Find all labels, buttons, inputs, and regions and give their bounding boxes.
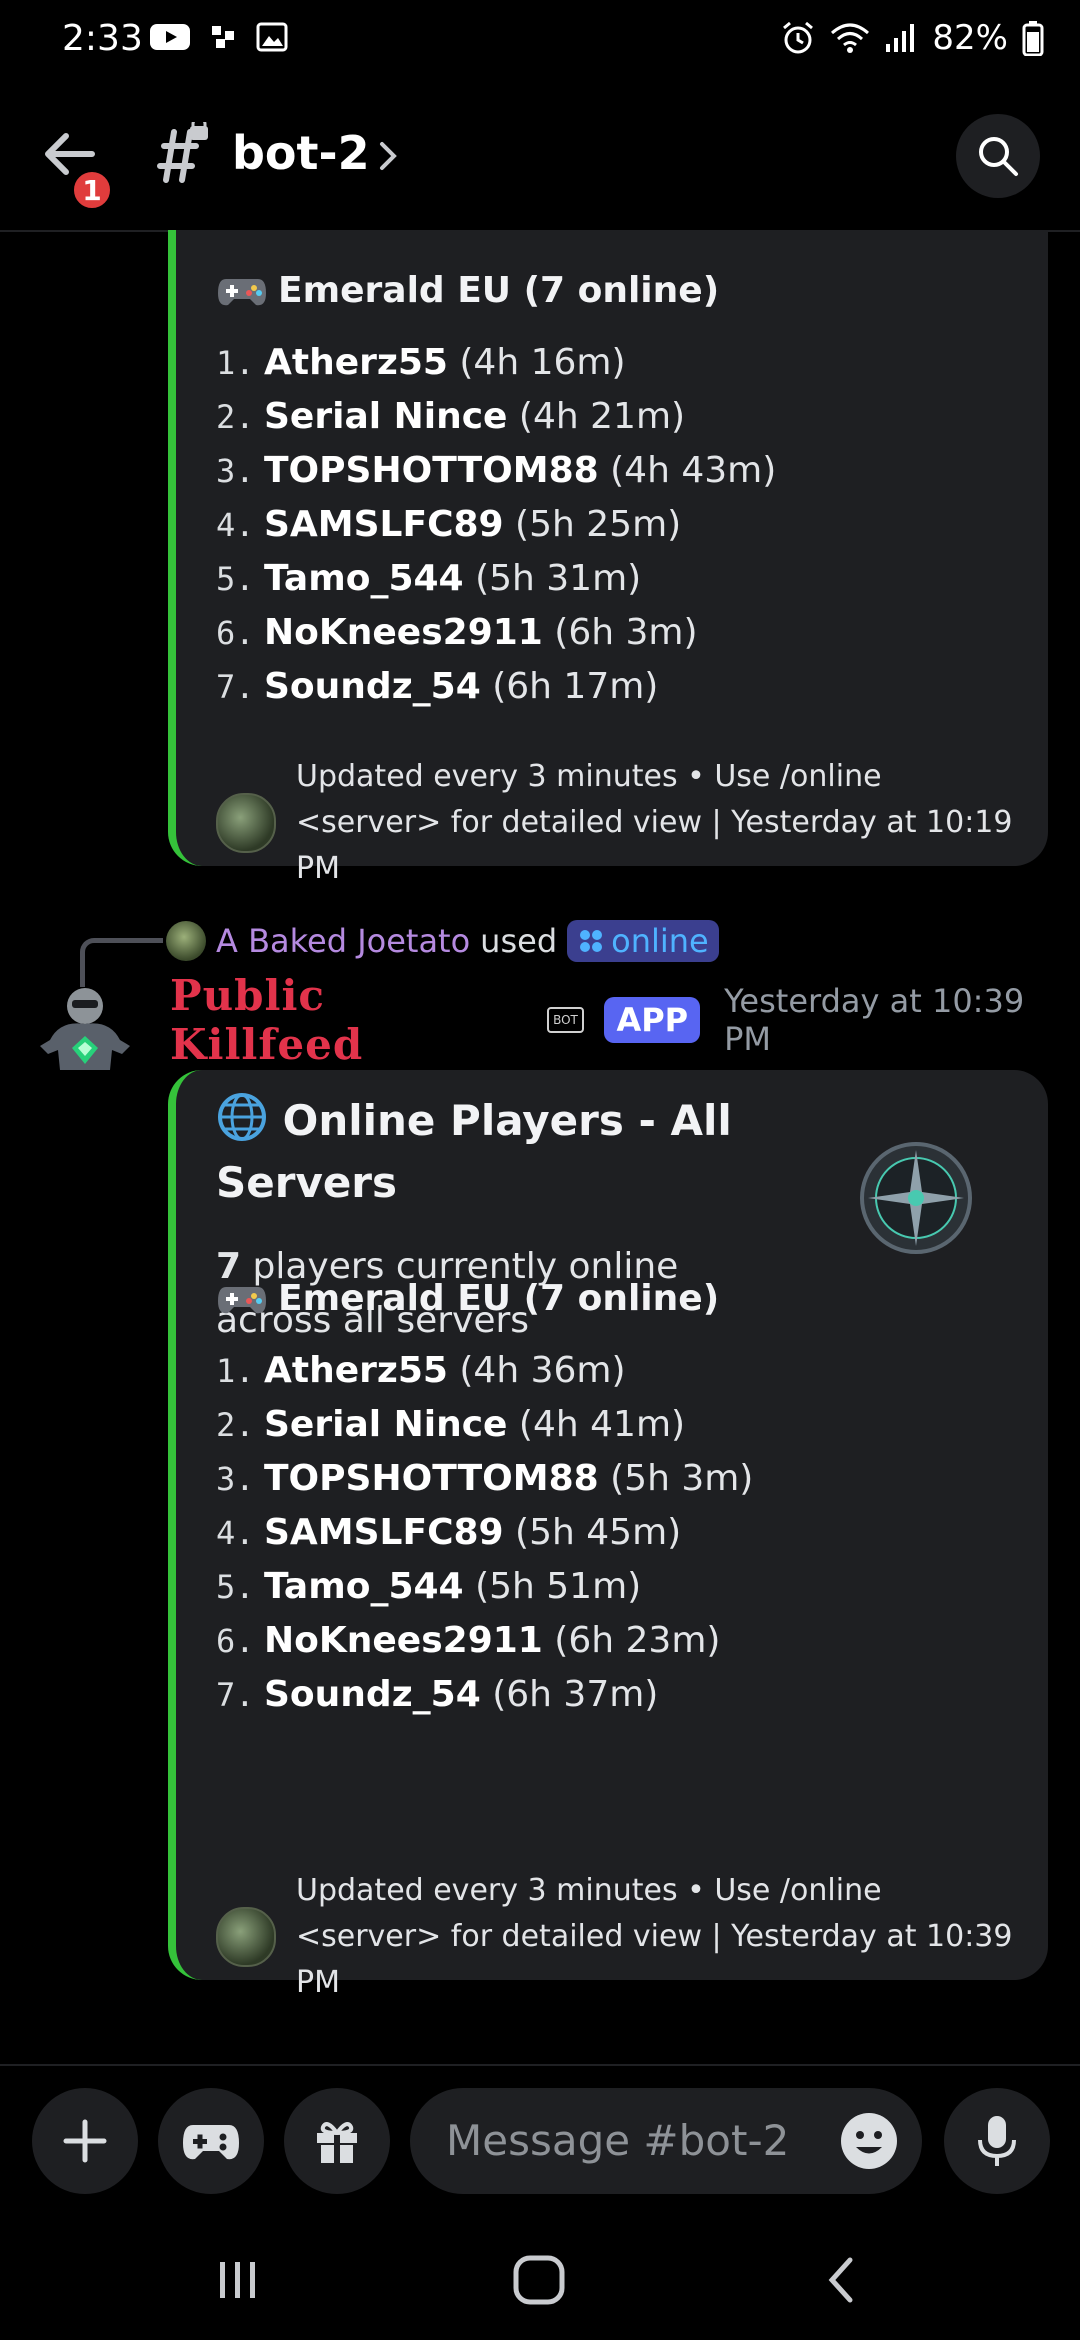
channel-header: 1 bot-2 <box>0 84 1080 232</box>
list-item: 4. SAMSLFC89 (5h 25m) <box>216 504 682 545</box>
list-item: 5. Tamo_544 (5h 51m) <box>216 1566 642 1607</box>
message-input[interactable]: Message #bot-2 <box>410 2088 922 2194</box>
footer-text: Updated every 3 minutes • Use /online <s… <box>296 1873 1013 2000</box>
list-item: 7. Soundz_54 (6h 37m) <box>216 1674 659 1715</box>
command-name: online <box>611 922 709 960</box>
avatar[interactable] <box>30 980 140 1090</box>
list-item: 6. NoKnees2911 (6h 3m) <box>216 612 698 653</box>
server-heading-row: Emerald EU (7 online) <box>216 1278 719 1319</box>
author-name[interactable]: Public Killfeed <box>170 971 533 1069</box>
emoji-icon[interactable] <box>838 2110 900 2172</box>
reply-used-text: used <box>480 922 558 960</box>
battery-percent: 82% <box>932 18 1008 58</box>
status-bar: 2:33 82% <box>0 0 1080 84</box>
back-nav-icon[interactable] <box>824 2256 858 2304</box>
alarm-icon <box>783 21 814 54</box>
plus-icon <box>63 2119 107 2163</box>
avatar[interactable] <box>166 921 206 961</box>
youtube-icon <box>150 24 190 50</box>
list-item: 1. Atherz55 (4h 16m) <box>216 342 626 383</box>
status-time: 2:33 <box>62 18 143 59</box>
notification-badge: 1 <box>70 168 114 212</box>
game-controller-icon <box>218 1286 266 1313</box>
reply-username[interactable]: A Baked Joetato <box>216 922 470 960</box>
embed-title: Online Players - All Servers <box>216 1090 776 1214</box>
server-heading: Emerald EU (7 online) <box>216 270 719 311</box>
gift-icon <box>317 2122 357 2163</box>
wifi-icon <box>831 23 870 53</box>
message-author-row: Public Killfeed BOT APP Yesterday at 10:… <box>170 971 1080 1069</box>
microphone-icon <box>978 2116 1016 2166</box>
slack-like-icon <box>212 26 234 48</box>
home-icon[interactable] <box>512 2254 566 2306</box>
signal-icon <box>886 24 915 52</box>
locked-channel-icon <box>157 122 208 183</box>
activities-button[interactable] <box>158 2088 264 2194</box>
embed-online-players: Online Players - All Servers 7 players c… <box>168 1070 1048 2000</box>
player-list: 1. Atherz55 (4h 36m) 2. Serial Nince (4h 4… <box>216 1344 753 1722</box>
command-pill[interactable]: online <box>567 920 719 962</box>
battery-icon <box>1022 21 1044 56</box>
list-item: 2. Serial Nince (4h 41m) <box>216 1404 686 1445</box>
game-controller-icon <box>183 2125 239 2160</box>
server-heading-text: Emerald EU (7 online) <box>278 1278 720 1319</box>
embed-footer: Updated every 3 minutes • Use /online <s… <box>216 754 1016 892</box>
search-button[interactable] <box>956 114 1040 198</box>
app-tag: APP <box>604 997 701 1043</box>
globe-icon <box>218 1093 266 1141</box>
game-controller-icon <box>218 278 266 305</box>
footer-logo-icon <box>216 793 276 853</box>
message-timestamp: Yesterday at 10:39 PM <box>724 982 1025 1058</box>
list-item: 3. TOPSHOTTOM88 (5h 3m) <box>216 1458 754 1499</box>
list-item: 4. SAMSLFC89 (5h 45m) <box>216 1512 682 1553</box>
gift-button[interactable] <box>284 2088 390 2194</box>
recent-apps-icon[interactable] <box>214 2258 262 2302</box>
gallery-icon <box>256 22 288 52</box>
list-item: 2. Serial Nince (4h 21m) <box>216 396 686 437</box>
footer-text: Updated every 3 minutes • Use /online <s… <box>296 759 1013 886</box>
list-item: 7. Soundz_54 (6h 17m) <box>216 666 659 707</box>
crosshair-logo-icon <box>860 1142 972 1254</box>
embed-previous: Emerald EU (7 online) 1. Atherz55 (4h 16m… <box>168 230 1048 886</box>
embed-footer: Updated every 3 minutes • Use /online <s… <box>216 1868 1016 2006</box>
chevron-right-icon[interactable] <box>376 136 400 176</box>
message-composer: Message #bot-2 <box>0 2064 1080 2226</box>
server-heading-text: Emerald EU (7 online) <box>278 270 720 311</box>
command-reply: A Baked Joetato used online <box>166 918 719 964</box>
list-item: 1. Atherz55 (4h 36m) <box>216 1350 626 1391</box>
list-item: 6. NoKnees2911 (6h 23m) <box>216 1620 721 1661</box>
list-item: 3. TOPSHOTTOM88 (4h 43m) <box>216 450 777 491</box>
bot-tag: BOT <box>546 1007 585 1033</box>
message-placeholder: Message #bot-2 <box>446 2116 790 2165</box>
add-attachment-button[interactable] <box>32 2088 138 2194</box>
footer-logo-icon <box>216 1907 276 1967</box>
app-command-icon <box>580 930 603 952</box>
system-nav-bar <box>0 2224 1080 2340</box>
channel-title[interactable]: bot-2 <box>232 126 370 180</box>
player-list: 1. Atherz55 (4h 16m) 2. Serial Nince (4h 2… <box>216 336 776 714</box>
search-icon <box>979 137 1018 176</box>
voice-message-button[interactable] <box>944 2088 1050 2194</box>
embed-title-text: Online Players - All Servers <box>216 1096 732 1207</box>
list-item: 5. Tamo_544 (5h 31m) <box>216 558 642 599</box>
